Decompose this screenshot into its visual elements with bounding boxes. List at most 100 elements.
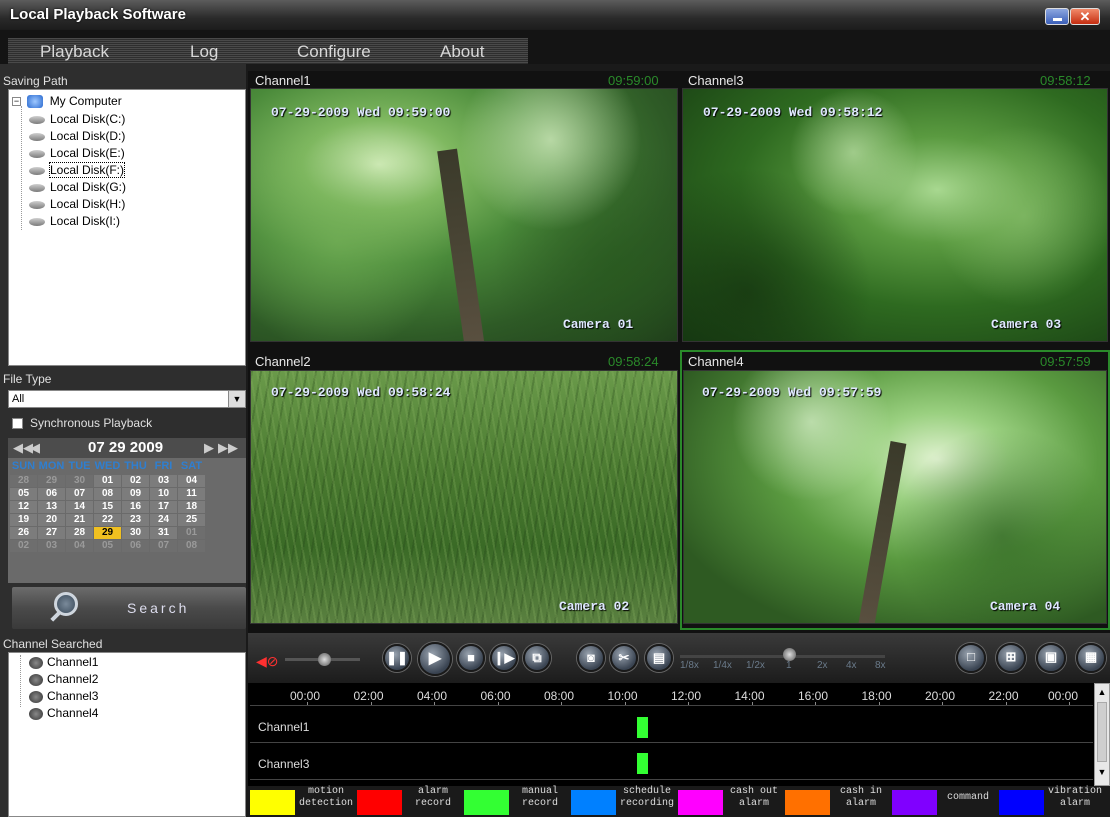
menu-about[interactable]: About (440, 42, 484, 62)
tree-disk-i[interactable]: Local Disk(I:) (29, 214, 120, 228)
calendar-day[interactable]: 19 (9, 512, 38, 527)
minimize-button[interactable] (1045, 8, 1069, 25)
scroll-down-icon[interactable]: ▼ (1095, 764, 1109, 780)
calendar-day[interactable]: 08 (93, 486, 122, 501)
scroll-thumb[interactable] (1097, 702, 1107, 762)
calendar-day[interactable]: 23 (121, 512, 150, 527)
tree-line (21, 106, 22, 230)
fullscreen-button[interactable]: ⧉ (523, 644, 551, 672)
stop-button[interactable]: ■ (457, 644, 485, 672)
calendar-day[interactable]: 16 (121, 499, 150, 514)
disk-label: Local Disk(C:) (50, 112, 126, 126)
next-month-icon[interactable]: ▶ (204, 440, 214, 456)
legend-swatch (250, 790, 295, 815)
calendar-day[interactable]: 13 (37, 499, 66, 514)
calendar-day[interactable]: 03 (149, 473, 178, 488)
timeline-scrollbar[interactable]: ▲ ▼ (1094, 683, 1110, 786)
calendar-day[interactable]: 05 (93, 538, 122, 553)
channel-list-item-3[interactable]: Channel3 (29, 689, 98, 703)
tree-disk-h[interactable]: Local Disk(H:) (29, 197, 125, 211)
calendar-day[interactable]: 31 (149, 525, 178, 540)
calendar-day[interactable]: 25 (177, 512, 206, 527)
collapse-icon[interactable]: − (12, 97, 21, 107)
calendar-day[interactable]: 04 (65, 538, 94, 553)
menu-log[interactable]: Log (190, 42, 218, 62)
tree-disk-d[interactable]: Local Disk(D:) (29, 129, 125, 143)
calendar-day[interactable]: 11 (177, 486, 206, 501)
calendar-day[interactable]: 10 (149, 486, 178, 501)
next-year-icon[interactable]: ▶▶ (218, 440, 238, 456)
calendar-day[interactable]: 26 (9, 525, 38, 540)
tree-root[interactable]: − My Computer (12, 94, 122, 109)
calendar-day[interactable]: 03 (37, 538, 66, 553)
scroll-up-icon[interactable]: ▲ (1095, 684, 1109, 700)
chevron-down-icon[interactable]: ▼ (228, 391, 245, 407)
stop-icon: ■ (467, 650, 475, 665)
calendar-day[interactable]: 21 (65, 512, 94, 527)
clip-button[interactable]: ✂ (610, 644, 638, 672)
step-frame-button[interactable]: ❙▶ (490, 644, 518, 672)
channel-list-item-1[interactable]: Channel1 (29, 655, 98, 669)
calendar-day[interactable]: 18 (177, 499, 206, 514)
calendar-day[interactable]: 14 (65, 499, 94, 514)
channel-list-item-2[interactable]: Channel2 (29, 672, 98, 686)
timeline-hour-label: 00:00 (290, 689, 321, 703)
calendar-day[interactable]: 28 (9, 473, 38, 488)
video-channel4[interactable]: 07-29-2009 Wed 09:57:59 Camera 04 (683, 370, 1107, 624)
calendar-day[interactable]: 17 (149, 499, 178, 514)
volume-knob[interactable] (318, 653, 331, 666)
calendar-day[interactable]: 07 (65, 486, 94, 501)
layout-1-button[interactable]: □ (956, 643, 986, 673)
tree-disk-f[interactable]: Local Disk(F:) (29, 162, 126, 178)
video-channel1[interactable]: 07-29-2009 Wed 09:59:00 Camera 01 (250, 88, 678, 342)
layout-6-button[interactable]: ▣ (1036, 643, 1066, 673)
channel-list-item-4[interactable]: Channel4 (29, 706, 98, 720)
video-channel3[interactable]: 07-29-2009 Wed 09:58:12 Camera 03 (682, 88, 1108, 342)
calendar-day[interactable]: 02 (9, 538, 38, 553)
recording-segment[interactable] (637, 717, 648, 738)
calendar-day[interactable]: 06 (121, 538, 150, 553)
calendar-day[interactable]: 30 (121, 525, 150, 540)
tree-disk-g[interactable]: Local Disk(G:) (29, 180, 126, 194)
calendar-day[interactable]: 01 (177, 525, 206, 540)
menu-configure[interactable]: Configure (297, 42, 371, 62)
calendar-day[interactable]: 05 (9, 486, 38, 501)
calendar-day[interactable]: 07 (149, 538, 178, 553)
play-button[interactable]: ▶ (418, 642, 452, 676)
menu-playback[interactable]: Playback (40, 42, 109, 62)
calendar-day[interactable]: 09 (121, 486, 150, 501)
speed-label: 2x (817, 660, 828, 671)
file-type-select[interactable]: All ▼ (8, 390, 246, 408)
tree-disk-e[interactable]: Local Disk(E:) (29, 146, 125, 160)
layout-4-button[interactable]: ⊞ (996, 643, 1026, 673)
calendar-day[interactable]: 01 (93, 473, 122, 488)
calendar-day[interactable]: 27 (37, 525, 66, 540)
calendar-day[interactable]: 24 (149, 512, 178, 527)
calendar-day[interactable]: 22 (93, 512, 122, 527)
layout-9-button[interactable]: ▦ (1076, 643, 1106, 673)
video-channel2[interactable]: 07-29-2009 Wed 09:58:24 Camera 02 (250, 370, 678, 624)
recording-segment[interactable] (637, 753, 648, 774)
snapshot-button[interactable]: ◙ (577, 644, 605, 672)
calendar-day[interactable]: 29 (37, 473, 66, 488)
search-button[interactable]: Search (12, 587, 246, 629)
tree-disk-c[interactable]: Local Disk(C:) (29, 112, 125, 126)
calendar-day[interactable]: 04 (177, 473, 206, 488)
calendar-day[interactable]: 15 (93, 499, 122, 514)
pause-button[interactable]: ❚❚ (383, 644, 411, 672)
close-button[interactable]: ✕ (1070, 8, 1100, 25)
sync-checkbox[interactable] (12, 418, 23, 429)
calendar-day[interactable]: 12 (9, 499, 38, 514)
calendar-day[interactable]: 20 (37, 512, 66, 527)
calendar-day[interactable]: 28 (65, 525, 94, 540)
timeline-hour-label: 10:00 (607, 689, 638, 703)
prev-month-icon[interactable]: ◀ (30, 440, 40, 456)
calendar-day[interactable]: 02 (121, 473, 150, 488)
mute-icon[interactable]: ◀⊘ (256, 653, 279, 670)
calendar-day[interactable]: 30 (65, 473, 94, 488)
channel4-title: Channel4 (688, 354, 744, 369)
calendar-day[interactable]: 29 (93, 525, 122, 540)
calendar-day[interactable]: 08 (177, 538, 206, 553)
save-button[interactable]: ▤ (645, 644, 673, 672)
calendar-day[interactable]: 06 (37, 486, 66, 501)
